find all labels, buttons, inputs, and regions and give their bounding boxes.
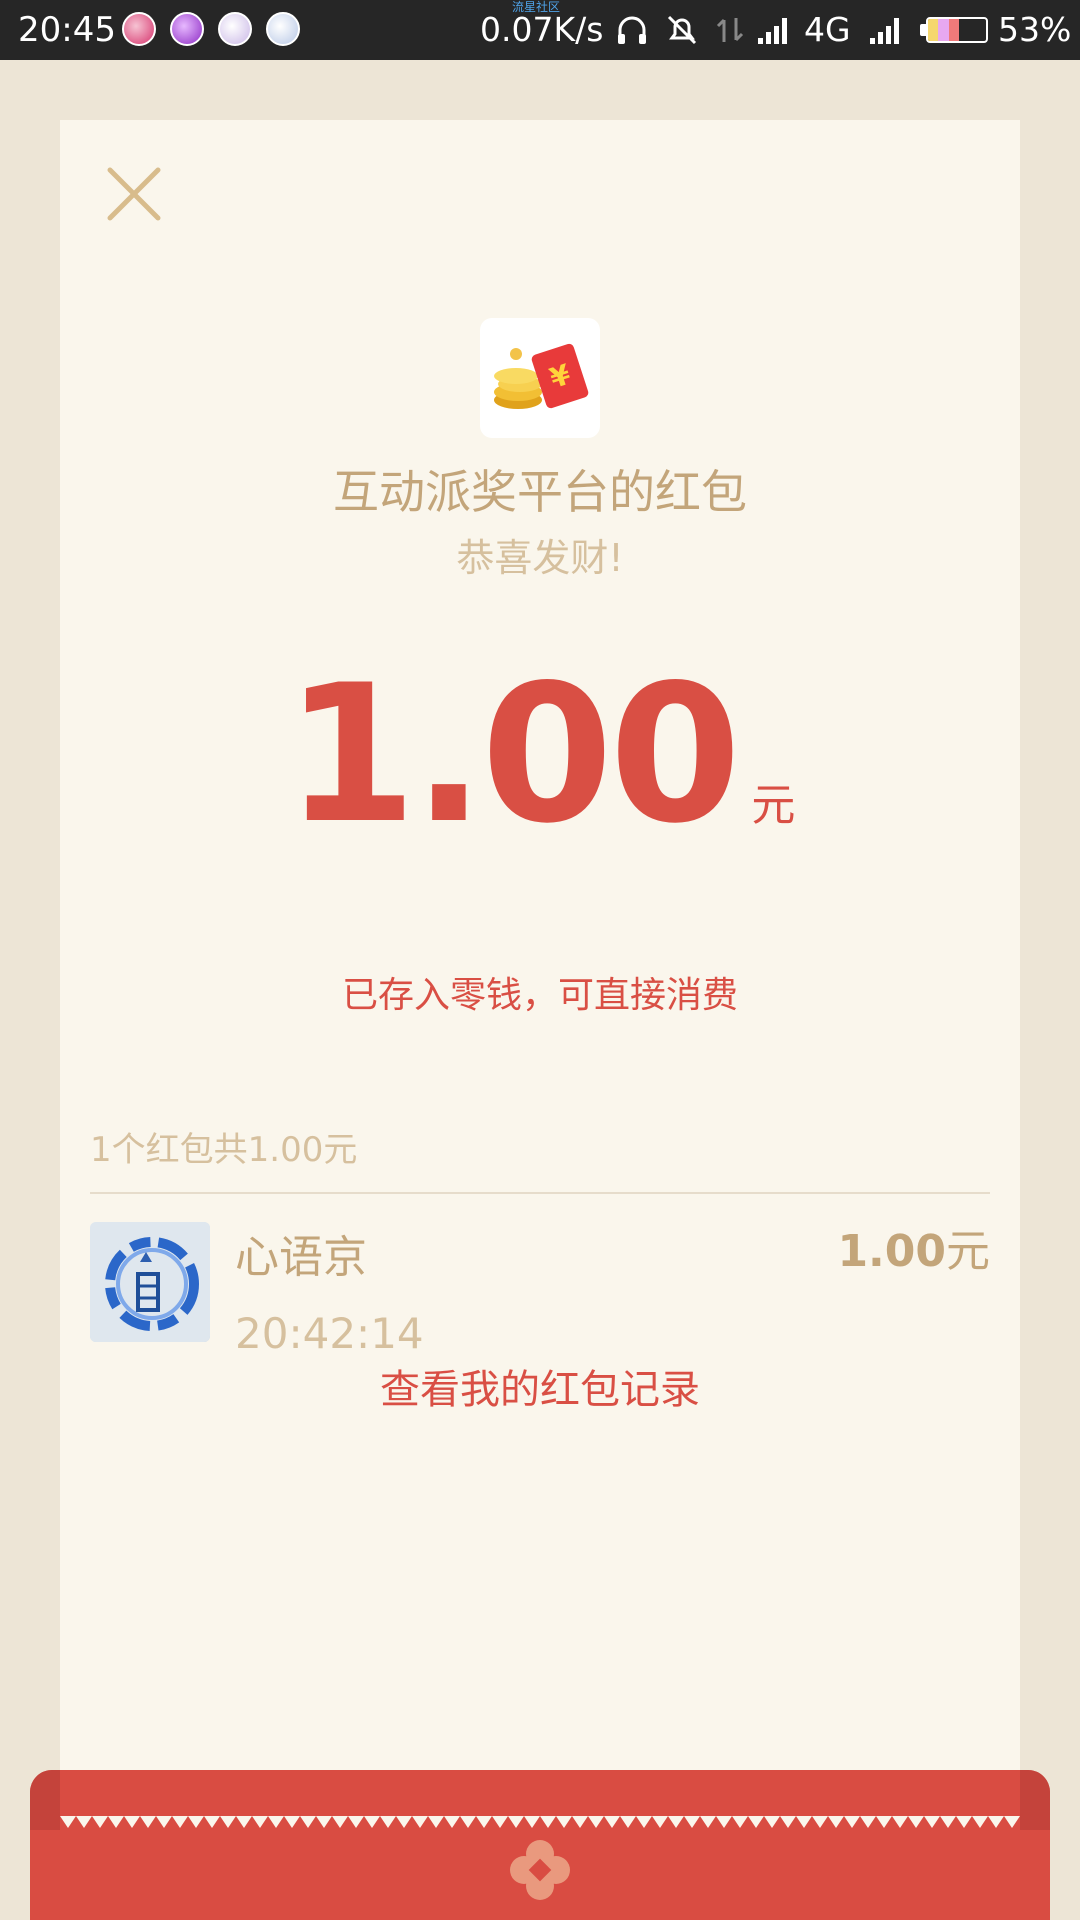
status-time: 20:45	[18, 10, 116, 50]
network-type: 4G	[804, 10, 851, 49]
signal-icon	[758, 18, 787, 44]
sender-title: 互动派奖平台的红包	[333, 465, 747, 519]
list-item[interactable]: 心语京 20:42:14 1.00元	[90, 1222, 990, 1358]
received-amount: 1.00 元	[60, 650, 1020, 860]
stored-to-change-note[interactable]: 已存入零钱，可直接消费	[60, 970, 1020, 1022]
red-packet-coins-icon: ¥	[494, 343, 589, 409]
packet-summary: 1个红包共1.00元	[90, 1130, 358, 1170]
record-amount-unit: 元	[946, 1226, 990, 1277]
mute-icon	[667, 15, 697, 45]
notification-avatar-icon	[218, 12, 252, 46]
envelope-shade-right	[1020, 1770, 1050, 1830]
headphones-icon	[618, 16, 646, 44]
close-icon[interactable]	[100, 160, 170, 230]
receive-time: 20:42:14	[235, 1309, 424, 1358]
signal-icon	[870, 18, 899, 44]
record-amount: 1.00元	[837, 1222, 990, 1282]
data-arrows-icon	[716, 18, 744, 42]
receiver-name: 心语京	[235, 1232, 367, 1283]
notification-avatar-icon	[170, 12, 204, 46]
status-bar: 20:45 流星社区 0.07K/s 4G 53%	[0, 0, 1080, 60]
avatar[interactable]	[90, 1222, 210, 1342]
sender-logo: ¥	[480, 318, 600, 438]
notification-avatar-icon	[122, 12, 156, 46]
notification-avatar-icon	[266, 12, 300, 46]
envelope-shade-left	[30, 1770, 60, 1830]
flower-icon	[510, 1840, 570, 1900]
battery-icon	[926, 17, 988, 43]
record-amount-value: 1.00	[837, 1226, 946, 1277]
avatar-image	[90, 1222, 210, 1342]
network-speed: 0.07K/s	[480, 10, 604, 49]
battery-level-fill	[928, 19, 959, 41]
amount-value: 1.00	[284, 644, 742, 865]
divider	[90, 1192, 990, 1194]
amount-unit: 元	[751, 780, 796, 831]
zigzag-edge	[60, 1816, 1020, 1828]
greeting-text: 恭喜发财!	[456, 536, 624, 580]
red-packet-detail-card: ¥ 互动派奖平台的红包 恭喜发财! 1.00 元 已存入零钱，可直接消费 1个红包…	[60, 120, 1020, 1820]
battery-percent: 53%	[998, 10, 1072, 49]
view-my-red-packet-records-link[interactable]: 查看我的红包记录	[60, 1360, 1020, 1420]
